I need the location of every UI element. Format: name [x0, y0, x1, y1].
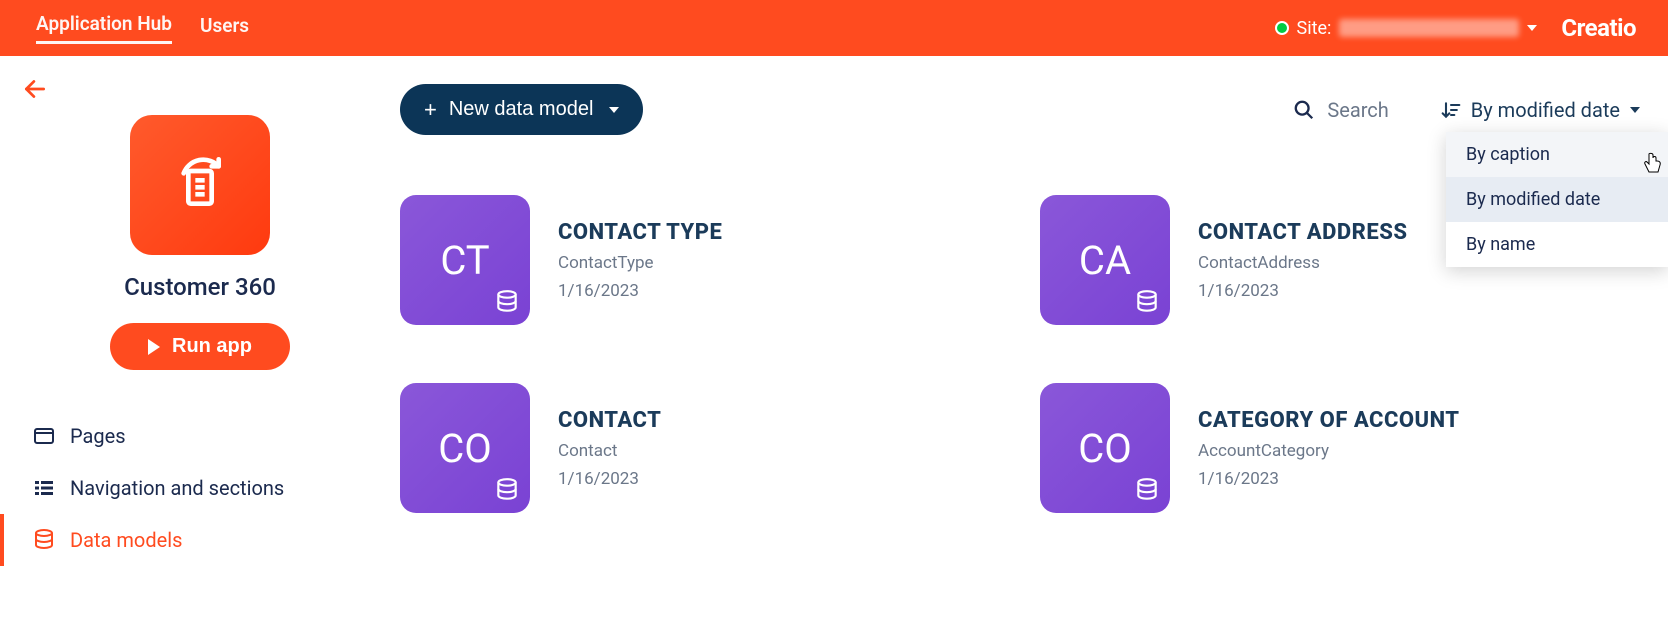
search-input[interactable]: Search	[1293, 98, 1388, 122]
app-icon	[172, 157, 228, 213]
database-icon	[1134, 477, 1160, 503]
new-data-model-button[interactable]: + New data model	[400, 84, 643, 135]
card-name: Contact	[558, 441, 661, 461]
card-title: CATEGORY OF ACCOUNT	[1198, 408, 1460, 433]
card-date: 1/16/2023	[558, 469, 661, 489]
database-icon	[32, 528, 56, 552]
card-tile: CO	[1040, 383, 1170, 513]
new-data-model-label: New data model	[449, 98, 594, 121]
app-info: Customer 360 Run app	[0, 115, 400, 370]
card-info: CONTACT TYPE ContactType 1/16/2023	[558, 220, 722, 301]
chevron-down-icon	[1630, 107, 1640, 113]
content: + New data model Search By modified da	[400, 56, 1668, 617]
sort-icon	[1441, 100, 1461, 120]
card-title: CONTACT ADDRESS	[1198, 220, 1408, 245]
arrow-left-icon	[22, 76, 48, 102]
database-icon	[494, 289, 520, 315]
card-abbr: CO	[438, 425, 492, 472]
sidebar-item-pages[interactable]: Pages	[0, 410, 400, 462]
data-model-card[interactable]: CT CONTACT TYPE ContactType 1/16/2023	[400, 195, 1000, 325]
app-title: Customer 360	[124, 273, 276, 301]
card-info: CONTACT ADDRESS ContactAddress 1/16/2023	[1198, 220, 1408, 301]
sidebar-item-navigation[interactable]: Navigation and sections	[0, 462, 400, 514]
sort-option-caption[interactable]: By caption	[1446, 132, 1668, 177]
site-label: Site:	[1297, 18, 1332, 39]
sidebar-item-label: Data models	[70, 528, 182, 552]
card-title: CONTACT	[558, 408, 661, 433]
card-name: ContactAddress	[1198, 253, 1408, 273]
data-model-card[interactable]: CO CONTACT Contact 1/16/2023	[400, 383, 1000, 513]
main-area: Customer 360 Run app Pages Navigation an…	[0, 56, 1668, 617]
card-tile: CA	[1040, 195, 1170, 325]
sidebar-item-label: Navigation and sections	[70, 476, 284, 500]
top-left: Application Hub Users	[36, 12, 249, 44]
card-date: 1/16/2023	[558, 281, 722, 301]
status-dot-icon	[1275, 21, 1289, 35]
content-toolbar: + New data model Search By modified da	[400, 84, 1640, 135]
tab-users[interactable]: Users	[200, 14, 249, 43]
card-abbr: CA	[1079, 237, 1131, 284]
top-header: Application Hub Users Site: Creatio	[0, 0, 1668, 56]
sort-control[interactable]: By modified date	[1441, 98, 1640, 122]
card-tile: CO	[400, 383, 530, 513]
data-model-card[interactable]: CO CATEGORY OF ACCOUNT AccountCategory 1…	[1040, 383, 1640, 513]
play-icon	[148, 339, 160, 355]
sort-dropdown: By caption By modified date By name	[1446, 132, 1668, 267]
sort-option-modified-date[interactable]: By modified date	[1446, 177, 1668, 222]
sidebar-item-label: Pages	[70, 424, 126, 448]
back-button[interactable]	[0, 76, 400, 109]
list-icon	[32, 476, 56, 500]
toolbar-right: Search By modified date	[1293, 98, 1640, 122]
card-date: 1/16/2023	[1198, 469, 1460, 489]
sort-option-name[interactable]: By name	[1446, 222, 1668, 267]
card-abbr: CO	[1078, 425, 1132, 472]
card-abbr: CT	[440, 237, 489, 284]
database-icon	[1134, 289, 1160, 315]
search-icon	[1293, 99, 1315, 121]
chevron-down-icon	[609, 107, 619, 113]
sidebar-nav: Pages Navigation and sections Data model…	[0, 410, 400, 566]
card-tile: CT	[400, 195, 530, 325]
sidebar: Customer 360 Run app Pages Navigation an…	[0, 56, 400, 617]
card-date: 1/16/2023	[1198, 281, 1408, 301]
chevron-down-icon	[1527, 25, 1537, 31]
tab-application-hub[interactable]: Application Hub	[36, 12, 172, 44]
search-placeholder: Search	[1327, 98, 1388, 122]
sort-label: By modified date	[1471, 98, 1620, 122]
plus-icon: +	[424, 99, 437, 121]
card-title: CONTACT TYPE	[558, 220, 722, 245]
brand-logo: Creatio	[1561, 14, 1636, 42]
sidebar-item-data-models[interactable]: Data models	[0, 514, 400, 566]
app-tile	[130, 115, 270, 255]
site-name-obscured	[1339, 19, 1519, 37]
site-indicator[interactable]: Site:	[1275, 18, 1538, 39]
database-icon	[494, 477, 520, 503]
card-name: AccountCategory	[1198, 441, 1460, 461]
card-info: CONTACT Contact 1/16/2023	[558, 408, 661, 489]
card-name: ContactType	[558, 253, 722, 273]
card-info: CATEGORY OF ACCOUNT AccountCategory 1/16…	[1198, 408, 1460, 489]
page-icon	[32, 424, 56, 448]
run-app-button[interactable]: Run app	[110, 323, 290, 370]
top-right: Site: Creatio	[1275, 14, 1636, 42]
run-app-label: Run app	[172, 335, 252, 358]
